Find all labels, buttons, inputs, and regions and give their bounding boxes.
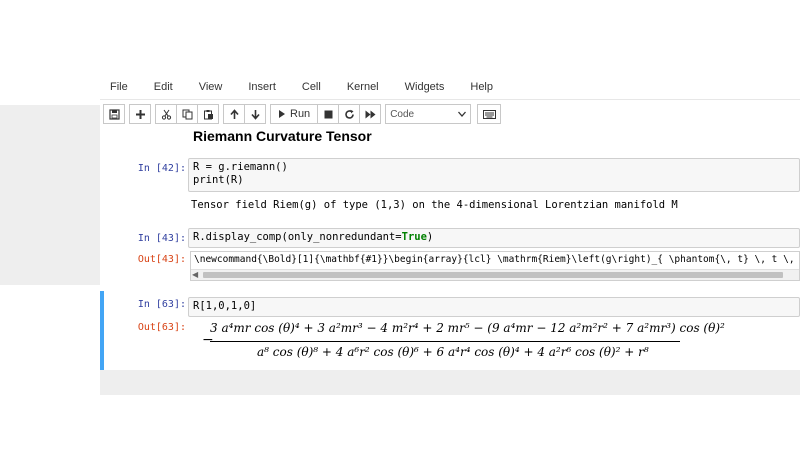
interrupt-button[interactable]	[317, 104, 340, 124]
latex-output-box: \newcommand{\Bold}[1]{\mathbf{#1}}\begin…	[190, 251, 800, 281]
notebook: Riemann Curvature Tensor In [42]: R = g.…	[100, 128, 800, 370]
arrow-up-icon	[229, 108, 240, 120]
menu-view[interactable]: View	[186, 75, 236, 99]
fraction-numerator: 3 a⁴mr cos (θ)⁴ + 3 a²mr³ − 4 m²r⁴ + 2 m…	[210, 321, 725, 335]
scrollbar-thumb[interactable]	[203, 272, 783, 278]
run-label: Run	[290, 108, 311, 120]
save-button[interactable]	[103, 104, 125, 124]
code-keyword: True	[401, 231, 427, 243]
menu-edit[interactable]: Edit	[141, 75, 186, 99]
out-prompt: Out[63]:	[137, 322, 186, 333]
background-block	[28, 285, 100, 395]
insert-cell-button[interactable]	[129, 104, 151, 124]
cell-type-select[interactable]: Code	[385, 104, 472, 124]
menu-file[interactable]: File	[100, 75, 141, 99]
left-gray-panel	[0, 105, 100, 285]
restart-icon	[344, 109, 355, 120]
scroll-left-icon[interactable]: ◀	[192, 270, 198, 280]
code-cell-42[interactable]: In [42]: R = g.riemann() print(R) Tensor …	[100, 156, 800, 218]
notebook-bottom-gray	[100, 370, 800, 395]
in-prompt: In [63]:	[137, 299, 186, 310]
move-up-button[interactable]	[223, 104, 245, 124]
fraction-denominator: a⁸ cos (θ)⁸ + 4 a⁶r² cos (θ)⁶ + 6 a⁴r⁴ c…	[257, 345, 649, 359]
math-output: − 3 a⁴mr cos (θ)⁴ + 3 a²mr³ − 4 m²r⁴ + 2…	[197, 321, 725, 367]
command-palette-button[interactable]	[477, 104, 502, 124]
markdown-heading: Riemann Curvature Tensor	[193, 128, 372, 144]
in-prompt: In [43]:	[137, 233, 186, 244]
menubar: File Edit View Insert Cell Kernel Widget…	[100, 75, 800, 100]
copy-icon	[182, 109, 193, 120]
cell-output: Tensor field Riem(g) of type (1,3) on th…	[191, 199, 678, 211]
run-all-button[interactable]	[359, 104, 382, 124]
menu-help[interactable]: Help	[457, 75, 506, 99]
menu-widgets[interactable]: Widgets	[392, 75, 458, 99]
code-line: R = g.riemann()	[193, 161, 288, 173]
latex-output-text: \newcommand{\Bold}[1]{\mathbf{#1}}\begin…	[194, 254, 799, 265]
arrow-down-icon	[250, 109, 261, 120]
background-block	[0, 75, 100, 105]
fraction-bar	[210, 341, 680, 342]
cut-icon	[161, 109, 172, 120]
restart-button[interactable]	[338, 104, 361, 124]
code-input[interactable]: R = g.riemann() print(R)	[188, 158, 800, 192]
move-down-button[interactable]	[244, 104, 266, 124]
menu-cell[interactable]: Cell	[289, 75, 334, 99]
horizontal-scrollbar[interactable]: ◀	[191, 269, 799, 280]
plus-icon	[135, 109, 146, 120]
menu-insert[interactable]: Insert	[235, 75, 289, 99]
code-cell-43[interactable]: In [43]: R.display_comp(only_nonredundan…	[100, 226, 800, 288]
out-prompt: Out[43]:	[137, 254, 186, 265]
cell-type-value: Code	[390, 108, 415, 120]
play-icon	[278, 109, 286, 119]
code-text: )	[426, 231, 434, 243]
code-text: R[1,0,1,0]	[193, 300, 257, 312]
code-line: print(R)	[193, 174, 244, 186]
stop-icon	[324, 110, 333, 119]
code-cell-63[interactable]: In [63]: R[1,0,1,0] Out[63]: − 3 a⁴mr co…	[100, 291, 800, 370]
code-text: R.display_comp(only_nonredundant=	[193, 231, 402, 243]
paste-button[interactable]	[197, 104, 219, 124]
cut-button[interactable]	[155, 104, 177, 124]
run-button[interactable]: Run	[270, 104, 319, 124]
toolbar: Run Code	[100, 100, 800, 128]
code-input[interactable]: R[1,0,1,0]	[188, 297, 800, 317]
fast-forward-icon	[365, 110, 376, 119]
chevron-down-icon	[458, 111, 467, 117]
save-icon	[108, 108, 120, 120]
in-prompt: In [42]:	[137, 163, 186, 174]
keyboard-icon	[482, 109, 496, 119]
paste-icon	[203, 109, 214, 120]
menu-kernel[interactable]: Kernel	[334, 75, 392, 99]
code-input[interactable]: R.display_comp(only_nonredundant=True)	[188, 228, 800, 248]
copy-button[interactable]	[176, 104, 198, 124]
